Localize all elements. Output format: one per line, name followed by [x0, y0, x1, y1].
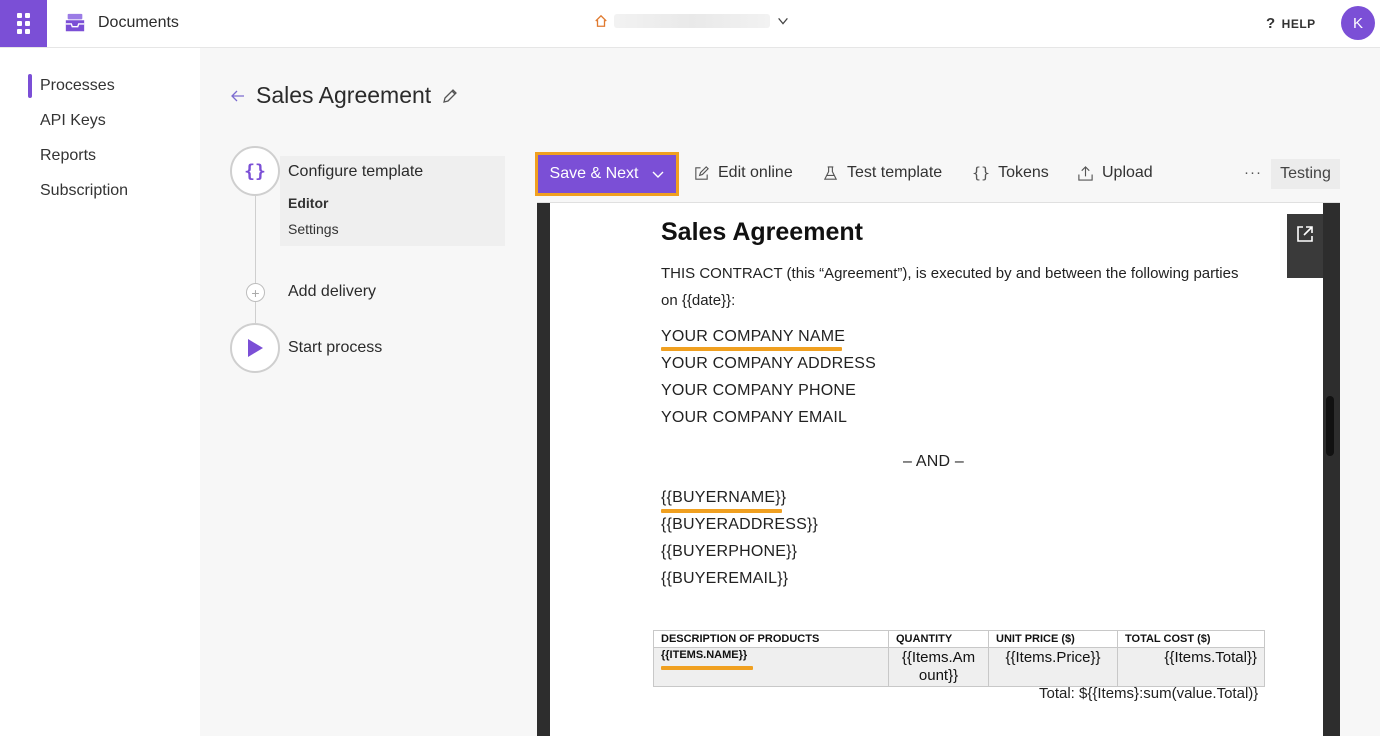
edit-online-label: Edit online: [718, 164, 793, 181]
edit-online-button[interactable]: Edit online: [693, 164, 793, 182]
highlight-underline: [661, 509, 782, 513]
home-icon: [595, 14, 607, 27]
upload-icon: [1078, 165, 1093, 181]
company-name-line: YOUR COMPANY NAME: [661, 328, 846, 345]
step-add-delivery[interactable]: Add delivery: [288, 283, 376, 301]
document-heading: Sales Agreement: [661, 218, 863, 246]
table-cell: {{Items.Am ount}}: [888, 647, 989, 687]
page-header: Sales Agreement: [230, 82, 459, 109]
more-options-button[interactable]: ···: [1244, 164, 1262, 181]
start-process-step-icon[interactable]: [230, 323, 280, 373]
chevron-down-icon: [778, 17, 788, 25]
page-title: Sales Agreement: [256, 82, 432, 108]
company-phone-line: YOUR COMPANY PHONE: [661, 382, 857, 399]
and-separator: – AND –: [903, 453, 964, 470]
table-cell: {{Items.Total}}: [1117, 647, 1265, 687]
help-button[interactable]: ? HELP: [1266, 15, 1316, 32]
braces-icon: {}: [972, 164, 991, 182]
table-header: UNIT PRICE ($): [988, 630, 1118, 648]
documents-tray-icon: [65, 13, 85, 32]
test-template-label: Test template: [847, 164, 943, 181]
pencil-icon[interactable]: [441, 87, 459, 105]
grid-icon: [17, 13, 30, 34]
highlight-underline: [661, 347, 842, 351]
braces-icon: {}: [244, 160, 266, 182]
step-configure-template[interactable]: Configure template: [288, 163, 423, 181]
play-icon: [248, 339, 263, 357]
save-next-button[interactable]: Save & Next: [535, 152, 679, 196]
testing-toggle[interactable]: Testing: [1271, 159, 1340, 189]
table-header-row: DESCRIPTION OF PRODUCTS QUANTITY UNIT PR…: [653, 630, 1265, 648]
chevron-down-icon: [652, 171, 664, 178]
app-name: Documents: [98, 14, 179, 31]
app-launcher-button[interactable]: [0, 0, 47, 47]
workspace-selector[interactable]: workspace: [594, 14, 790, 28]
highlight-underline: [661, 666, 753, 670]
buyer-email-line: {{BUYEREMAIL}}: [661, 570, 789, 587]
table-header: DESCRIPTION OF PRODUCTS: [653, 630, 889, 648]
intro-line-2: on {{date}}:: [661, 292, 736, 309]
stepper-line: [255, 196, 256, 326]
top-bar: Documents workspace ? HELP K: [0, 0, 1380, 48]
step-sub-settings[interactable]: Settings: [288, 221, 339, 237]
company-address-line: YOUR COMPANY ADDRESS: [661, 355, 877, 372]
back-arrow-icon[interactable]: [230, 88, 246, 104]
intro-line-1: THIS CONTRACT (this “Agreement”), is exe…: [661, 265, 1239, 282]
open-external-button[interactable]: [1287, 214, 1323, 278]
step-start-process[interactable]: Start process: [288, 339, 382, 357]
total-line: Total: ${{Items}:sum(value.Total)}: [1039, 685, 1259, 702]
table-cell: {{Items.Price}}: [988, 647, 1118, 687]
table-header: QUANTITY: [888, 630, 989, 648]
question-icon: ?: [1266, 15, 1276, 32]
sidebar-item-processes[interactable]: Processes: [40, 77, 115, 95]
scrollbar-thumb[interactable]: [1326, 396, 1334, 456]
buyer-name-line: {{BUYERNAME}}: [661, 489, 787, 506]
tokens-label: Tokens: [998, 164, 1049, 181]
upload-button[interactable]: Upload: [1077, 164, 1153, 182]
external-link-icon: [1297, 226, 1313, 242]
sidebar-item-reports[interactable]: Reports: [40, 147, 96, 165]
add-delivery-plus-icon[interactable]: +: [246, 283, 265, 302]
sidebar-item-subscription[interactable]: Subscription: [40, 182, 128, 200]
edit-icon: [695, 165, 709, 180]
upload-label: Upload: [1102, 164, 1153, 181]
test-template-button[interactable]: Test template: [822, 164, 942, 182]
flask-icon: [823, 165, 838, 180]
sidebar-item-api-keys[interactable]: API Keys: [40, 112, 106, 130]
workspace-name: workspace: [614, 14, 770, 28]
configure-step-icon[interactable]: {}: [230, 146, 280, 196]
help-label: HELP: [1281, 16, 1316, 31]
tokens-button[interactable]: {} Tokens: [972, 164, 1049, 182]
company-email-line: YOUR COMPANY EMAIL: [661, 409, 848, 426]
save-next-label: Save & Next: [549, 165, 639, 182]
brand[interactable]: Documents: [64, 12, 179, 34]
active-indicator: [28, 74, 32, 98]
avatar[interactable]: K: [1341, 6, 1375, 40]
buyer-address-line: {{BUYERADDRESS}}: [661, 516, 819, 533]
table-header: TOTAL COST ($): [1117, 630, 1265, 648]
products-table: DESCRIPTION OF PRODUCTS QUANTITY UNIT PR…: [653, 630, 1265, 687]
buyer-phone-line: {{BUYERPHONE}}: [661, 543, 798, 560]
step-sub-editor[interactable]: Editor: [288, 195, 328, 211]
sidebar: Processes API Keys Reports Subscription: [0, 48, 200, 736]
